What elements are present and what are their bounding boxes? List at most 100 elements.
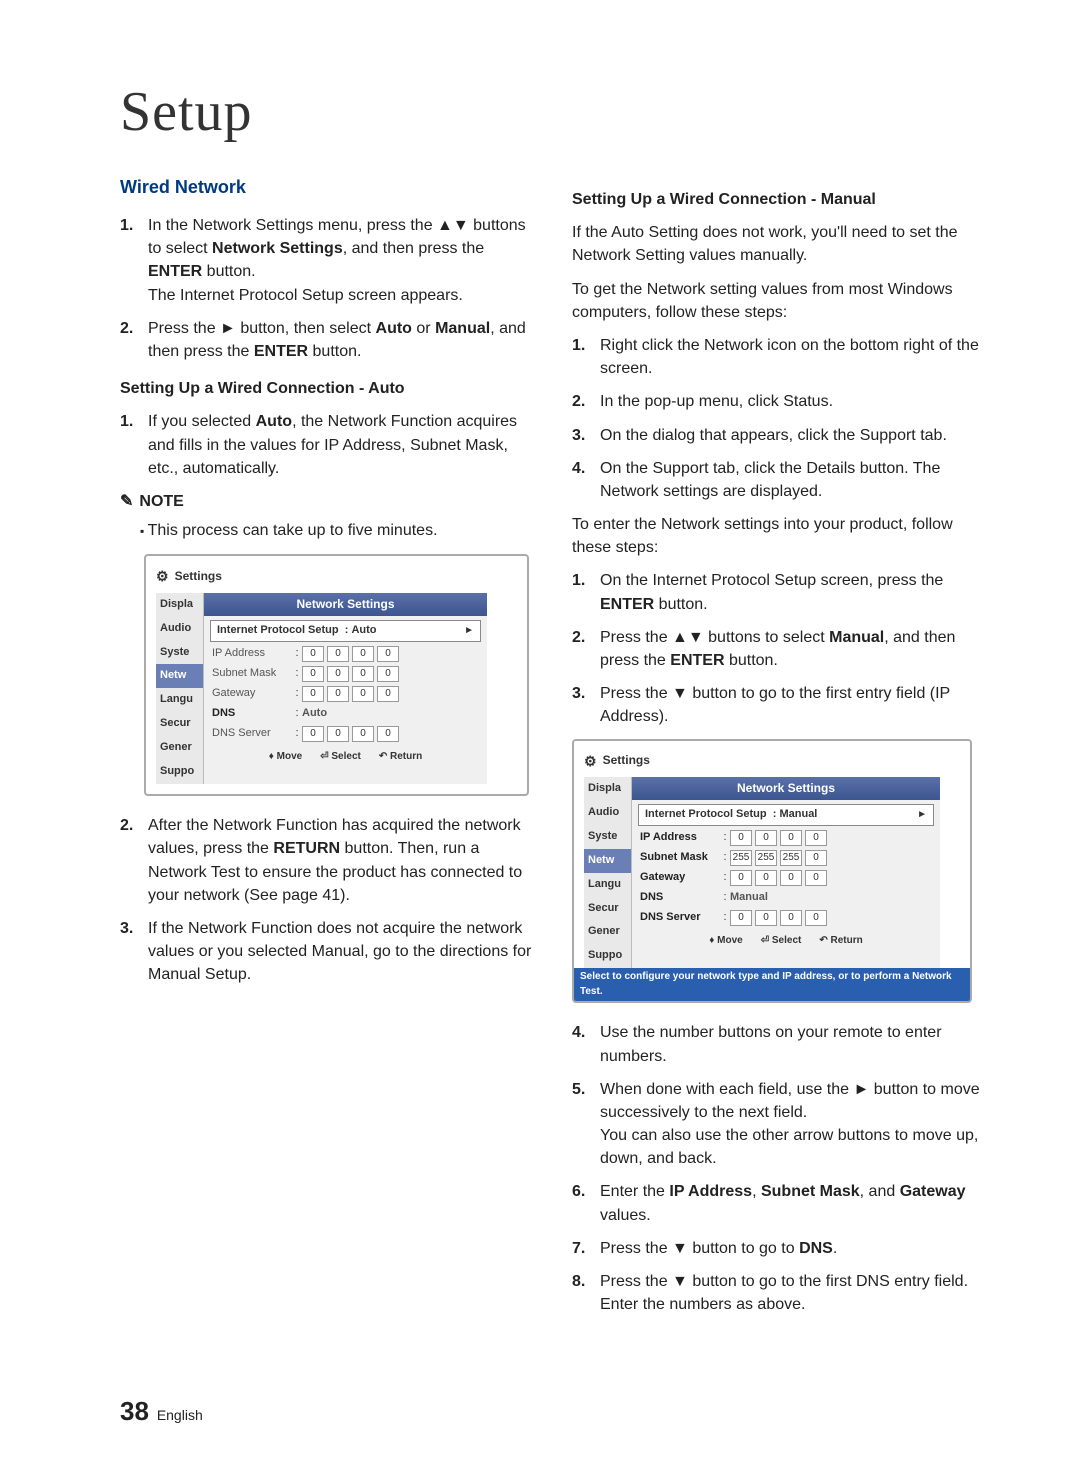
sidebar-item[interactable]: Langu [156, 688, 203, 712]
sidebar-item-selected[interactable]: Netw [156, 664, 203, 688]
settings-screenshot-auto: ⚙ Settings Displa Audio Syste Netw Langu… [144, 554, 529, 796]
sidebar-item[interactable]: Syste [156, 641, 203, 665]
chevron-right-icon: ► [917, 808, 927, 823]
step-text: On the Internet Protocol Setup screen, p… [600, 569, 992, 615]
step-number: 5. [572, 1078, 600, 1171]
steps-auto-2: 2. After the Network Function has acquir… [120, 814, 540, 986]
page: Setup Wired Network 1. In the Network Se… [0, 0, 1080, 1477]
protocol-setup-row[interactable]: Internet Protocol Setup : Auto ► [210, 620, 481, 642]
gateway-octets[interactable]: 0000 [730, 870, 827, 886]
footer-move: ♦ Move [709, 934, 742, 949]
step-text: Press the ▲▼ buttons to select Manual, a… [600, 626, 992, 672]
step-text: On the Support tab, click the Details bu… [600, 457, 992, 503]
settings-main: Network Settings Internet Protocol Setup… [204, 593, 487, 785]
paragraph: To enter the Network settings into your … [572, 513, 992, 559]
step-text: In the pop-up menu, click Status. [600, 390, 992, 413]
step-text: Use the number buttons on your remote to… [600, 1021, 992, 1067]
right-column: Setting Up a Wired Connection - Manual I… [572, 174, 992, 1326]
sidebar-item[interactable]: Displa [156, 593, 203, 617]
step-text: When done with each field, use the ► but… [600, 1078, 992, 1171]
step-number: 7. [572, 1237, 600, 1260]
dns-octets[interactable]: 0000 [302, 726, 399, 742]
settings-titlebar: ⚙ Settings [156, 566, 487, 586]
step-text: If the Network Function does not acquire… [148, 917, 540, 987]
steps-intro: 1. In the Network Settings menu, press t… [120, 214, 540, 363]
page-number: 38 [120, 1396, 149, 1426]
sidebar-item[interactable]: Displa [584, 777, 631, 801]
gateway-octets[interactable]: 0000 [302, 686, 399, 702]
footer-select: ⏎ Select [761, 934, 802, 949]
step-number: 8. [572, 1270, 600, 1316]
step-number: 3. [572, 424, 600, 447]
note-label: NOTE [139, 490, 183, 513]
step-number: 6. [572, 1180, 600, 1226]
footer-return: ↶ Return [379, 750, 422, 765]
step-number: 1. [572, 569, 600, 615]
step-number: 1. [120, 410, 148, 480]
ip-address-label: IP Address [212, 646, 292, 662]
note-heading: ✎ NOTE [120, 490, 540, 513]
step-number: 1. [572, 334, 600, 380]
sidebar-item-selected[interactable]: Netw [584, 849, 631, 873]
step-number: 4. [572, 1021, 600, 1067]
subnet-label: Subnet Mask [212, 666, 292, 682]
note-list: This process can take up to five minutes… [120, 519, 540, 542]
sidebar-item[interactable]: Audio [156, 617, 203, 641]
sidebar-item[interactable]: Secur [584, 897, 631, 921]
gear-icon: ⚙ [156, 566, 169, 586]
page-title: Setup [120, 80, 1020, 144]
note-item: This process can take up to five minutes… [140, 519, 540, 542]
left-column: Wired Network 1. In the Network Settings… [120, 174, 540, 1326]
gateway-label: Gateway [640, 870, 720, 886]
subnet-label: Subnet Mask [640, 850, 720, 866]
sidebar-item[interactable]: Secur [156, 712, 203, 736]
hint-bar: Select to configure your network type an… [574, 968, 970, 1001]
ip-octets[interactable]: 0000 [302, 646, 399, 662]
steps-manual-a: 1.On the Internet Protocol Setup screen,… [572, 569, 992, 728]
dns-server-label: DNS Server [212, 726, 292, 742]
gateway-label: Gateway [212, 686, 292, 702]
dns-value: Auto [302, 706, 327, 722]
settings-title: Settings [175, 568, 222, 585]
sidebar-item[interactable]: Syste [584, 825, 631, 849]
dns-octets[interactable]: 0000 [730, 910, 827, 926]
steps-manual-b: 4.Use the number buttons on your remote … [572, 1021, 992, 1316]
settings-sidebar: Displa Audio Syste Netw Langu Secur Gene… [584, 777, 632, 969]
steps-auto-1: 1. If you selected Auto, the Network Fun… [120, 410, 540, 480]
subnet-octets[interactable]: 0000 [302, 666, 399, 682]
step-number: 3. [572, 682, 600, 728]
settings-footer: ♦ Move ⏎ Select ↶ Return [204, 746, 487, 767]
protocol-setup-row[interactable]: Internet Protocol Setup : Manual ► [638, 804, 934, 826]
sidebar-item[interactable]: Gener [156, 736, 203, 760]
sidebar-item[interactable]: Audio [584, 801, 631, 825]
steps-windows: 1.Right click the Network icon on the bo… [572, 334, 992, 503]
settings-title: Settings [603, 752, 650, 769]
subnet-octets[interactable]: 2552552550 [730, 850, 827, 866]
settings-sidebar: Displa Audio Syste Netw Langu Secur Gene… [156, 593, 204, 785]
step-text: Press the ▼ button to go to DNS. [600, 1237, 992, 1260]
step-number: 3. [120, 917, 148, 987]
dns-label: DNS [212, 706, 292, 722]
footer-select: ⏎ Select [320, 750, 361, 765]
step-text: Press the ▼ button to go to the first DN… [600, 1270, 992, 1316]
step-text: Press the ▼ button to go to the first en… [600, 682, 992, 728]
step-text: On the dialog that appears, click the Su… [600, 424, 992, 447]
dns-value: Manual [730, 890, 768, 906]
sidebar-item[interactable]: Langu [584, 873, 631, 897]
step-number: 1. [120, 214, 148, 307]
sidebar-item[interactable]: Gener [584, 920, 631, 944]
sidebar-item[interactable]: Suppo [584, 944, 631, 968]
dns-server-label: DNS Server [640, 910, 720, 926]
step-text: Enter the IP Address, Subnet Mask, and G… [600, 1180, 992, 1226]
subheading-auto: Setting Up a Wired Connection - Auto [120, 377, 540, 400]
paragraph: If the Auto Setting does not work, you'l… [572, 221, 992, 267]
ip-address-label: IP Address [640, 830, 720, 846]
ip-octets[interactable]: 0000 [730, 830, 827, 846]
sidebar-item[interactable]: Suppo [156, 760, 203, 784]
page-language: English [157, 1407, 203, 1423]
panel-title: Network Settings [632, 777, 940, 800]
note-icon: ✎ [120, 490, 133, 513]
settings-screenshot-manual: ⚙ Settings Displa Audio Syste Netw Langu… [572, 739, 972, 1004]
paragraph: To get the Network setting values from m… [572, 278, 992, 324]
chevron-right-icon: ► [464, 624, 474, 639]
